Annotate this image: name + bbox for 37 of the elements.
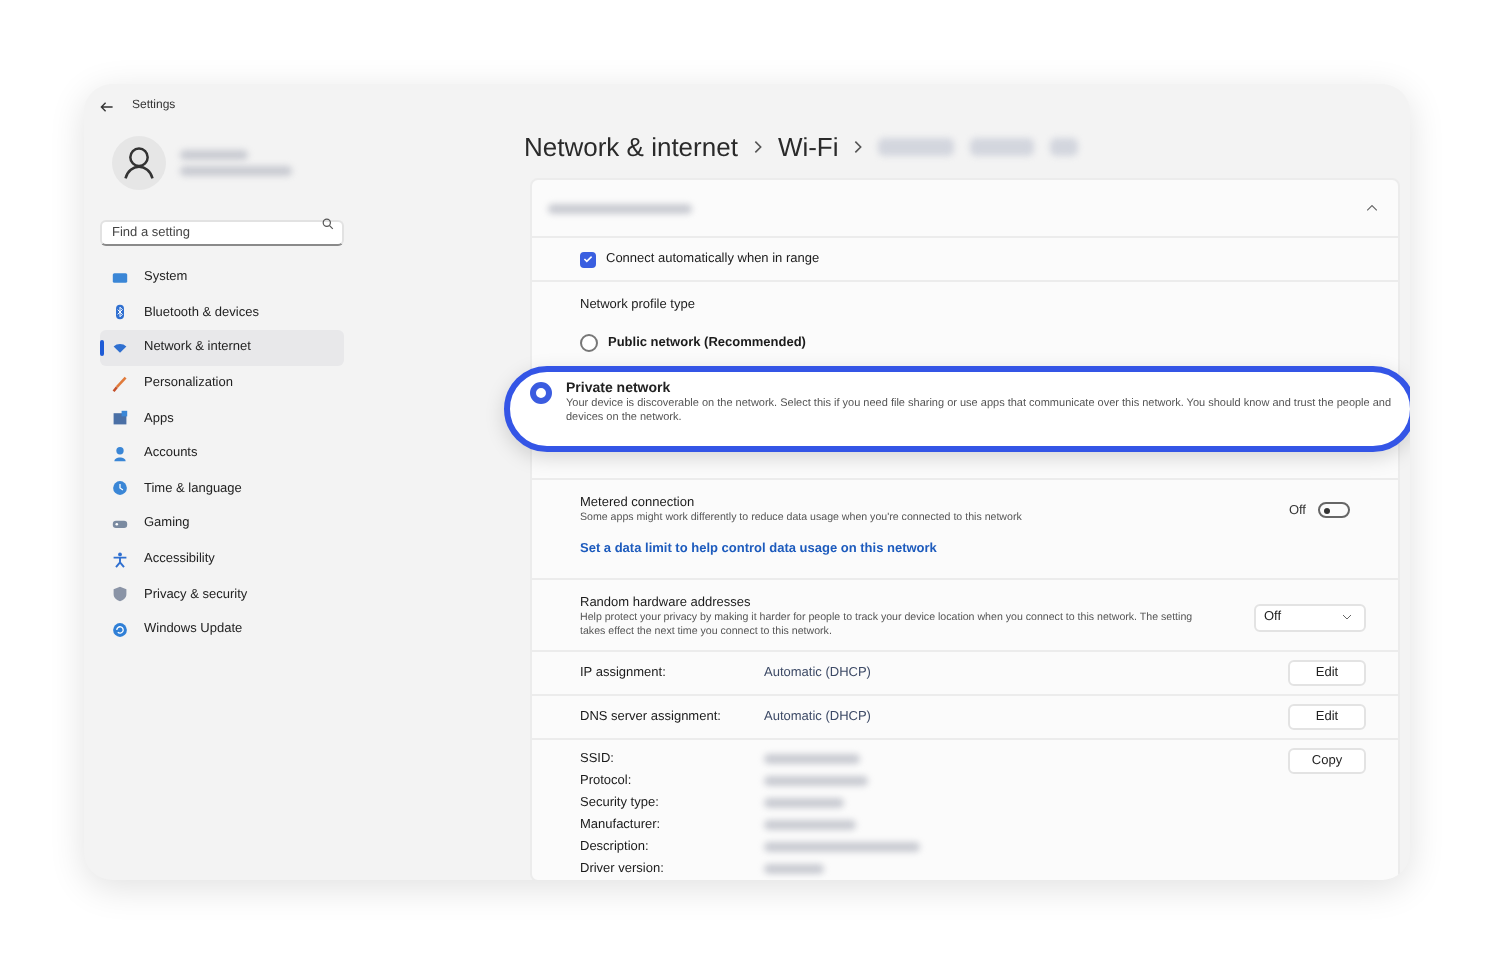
blurred-value: [764, 753, 860, 764]
checkbox[interactable]: [580, 251, 596, 267]
toggle-switch[interactable]: [1318, 502, 1350, 519]
chevron-down-icon: [1342, 614, 1352, 621]
blurred-network-name: [878, 137, 955, 155]
blurred-value: [764, 797, 844, 808]
chevron-up-icon[interactable]: [1366, 204, 1378, 212]
blurred-email: [180, 166, 292, 176]
avatar-icon: [112, 136, 166, 190]
nav-icon: [112, 586, 128, 603]
nav-icon: [112, 445, 128, 462]
breadcrumb-item[interactable]: Network & internet: [524, 131, 738, 161]
blurred-network-name: [970, 137, 1035, 155]
chevron-right-icon: [753, 139, 762, 153]
radio-button[interactable]: [580, 334, 598, 352]
blurred-heading: [548, 203, 692, 213]
blurred-value: [764, 775, 868, 786]
checkmark-icon: [582, 252, 594, 266]
nav-icon: [112, 621, 128, 638]
nav-icon: [112, 375, 128, 392]
chevron-right-icon: [854, 139, 863, 153]
nav-icon: [112, 480, 128, 497]
nav-icon: [112, 339, 128, 356]
back-arrow-icon[interactable]: [100, 99, 114, 113]
nav-icon: [112, 551, 128, 568]
breadcrumb-item[interactable]: Wi-Fi: [777, 131, 839, 161]
nav-icon: [112, 269, 128, 286]
blurred-network-name: [1050, 137, 1079, 155]
nav-icon: [112, 410, 128, 427]
blurred-name: [180, 150, 248, 160]
radio-button[interactable]: [530, 382, 552, 404]
nav-icon: [112, 515, 128, 532]
nav-icon: [112, 304, 128, 321]
blurred-value: [764, 863, 824, 874]
selection-indicator: [100, 340, 104, 357]
blurred-value: [764, 819, 856, 830]
search-icon: [322, 217, 334, 229]
